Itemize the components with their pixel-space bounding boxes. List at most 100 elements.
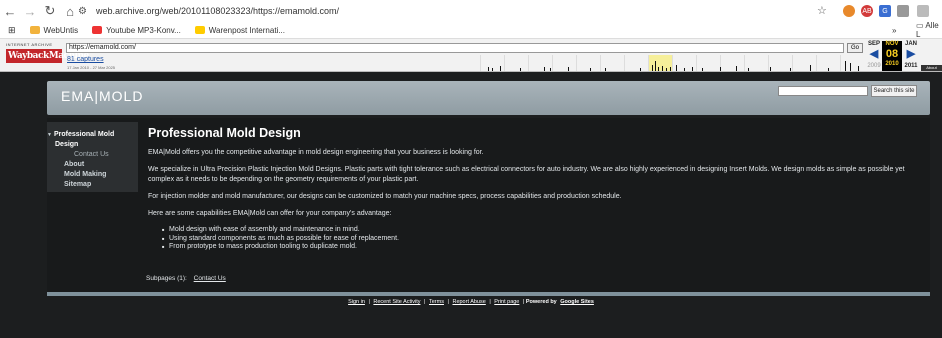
all-bookmarks[interactable]: ▭ Alle L [916, 21, 942, 39]
sparkline-bar [692, 67, 693, 71]
reload-icon[interactable]: ↻ [40, 1, 60, 21]
footer-separator: | [368, 299, 370, 305]
subpages-label: Subpages (1): [146, 275, 187, 282]
address-url[interactable]: web.archive.org/web/20101108023323/https… [96, 6, 339, 16]
site-title[interactable]: EMA|MOLD [61, 88, 143, 104]
sidebar-item-label: Professional Mold Design [53, 131, 115, 148]
footer-separator: | [424, 299, 426, 305]
home-icon[interactable]: ⌂ [60, 1, 80, 21]
wayback-about-button[interactable]: About [921, 65, 942, 71]
webuntis-icon [29, 26, 40, 34]
footer-sign-in-link[interactable]: Sign in [348, 299, 365, 305]
site-info-icon[interactable]: ⚙ [78, 6, 92, 17]
extension-icon-blue[interactable]: G [879, 5, 891, 17]
list-item: Mold design with ease of assembly and ma… [162, 226, 928, 235]
sparkline-bar [790, 68, 791, 71]
capabilities-paragraph: Here are some capabilities EMA|Mold can … [148, 210, 392, 217]
youtube-icon [92, 26, 103, 34]
sparkline-bar [676, 65, 677, 71]
browser-toolbar: ← → ↻ ⌂ ⚙ web.archive.org/web/2010110802… [0, 0, 942, 22]
footer-terms-link[interactable]: Terms [429, 299, 444, 305]
captures-link[interactable]: 81 captures [67, 56, 104, 63]
bookmarks-bar: ⊞ WebUntis Youtube MP3-Konv... Warenpost… [0, 21, 942, 39]
site-search-button[interactable]: Search this site [871, 85, 917, 97]
sidebar-item-sitemap[interactable]: Sitemap [47, 180, 138, 190]
sparkline-bar [684, 68, 685, 71]
back-icon[interactable]: ← [0, 1, 20, 21]
active-day-label: 08 [885, 48, 899, 60]
site-footer: Sign in | Recent Site Activity | Terms |… [0, 299, 942, 305]
sidebar-item-about[interactable]: About [47, 160, 138, 170]
bookmark-youtube-mp3[interactable]: Youtube MP3-Konv... [92, 26, 181, 35]
capture-sparkline[interactable] [480, 55, 865, 71]
sparkline-year-cell [792, 55, 816, 71]
sparkline-bar [810, 65, 811, 71]
sparkline-bar [770, 67, 771, 71]
wayback-toolbar: INTERNET ARCHIVE WaybackMachine https://… [0, 39, 942, 72]
sparkline-year-cell [720, 55, 744, 71]
bookmark-webuntis[interactable]: WebUntis [29, 26, 78, 35]
sparkline-bar [544, 67, 545, 71]
sparkline-bar [850, 63, 851, 71]
sparkline-year-cell [696, 55, 720, 71]
bookmark-label: Youtube MP3-Konv... [106, 25, 181, 35]
sparkline-bar [492, 68, 493, 71]
active-year-label: 2010 [885, 61, 899, 67]
subpage-link-contact-us[interactable]: Contact Us [194, 275, 226, 282]
site-search-input[interactable] [778, 86, 868, 96]
prev-year-label: 2009 [867, 63, 881, 69]
warenpost-icon [194, 26, 205, 34]
footer-separator: | [522, 299, 525, 305]
next-arrow[interactable]: ▶ [901, 47, 921, 62]
extension-icon-orange[interactable] [843, 5, 855, 17]
footer-divider [47, 292, 930, 296]
footer-google-sites-link[interactable]: Google Sites [560, 299, 594, 305]
sidebar-item-contact-us[interactable]: Contact Us [47, 150, 138, 160]
wayback-logo[interactable]: INTERNET ARCHIVE WaybackMachine [6, 42, 89, 68]
sidebar-item-mold-making[interactable]: Mold Making [47, 170, 138, 180]
bookmark-warenpost[interactable]: Warenpost Internati... [194, 26, 285, 35]
sparkline-year-cell [624, 55, 648, 71]
next-year-label: 2011 [904, 63, 918, 69]
footer-print-page-link[interactable]: Print page [494, 299, 519, 305]
sparkline-year-cell [768, 55, 792, 71]
calendar-active-month: NOV 08 2010 [882, 41, 902, 71]
sparkline-bar [666, 68, 667, 71]
footer-separator: | [447, 299, 449, 305]
folder-icon: ▭ [916, 21, 924, 30]
bookmark-star-icon[interactable]: ☆ [817, 4, 827, 17]
sparkline-bar [845, 61, 846, 71]
extension-icon-gray[interactable] [897, 5, 909, 17]
capabilities-list: Mold design with ease of assembly and ma… [162, 226, 928, 252]
sparkline-bar [590, 68, 591, 71]
sparkline-bar [702, 68, 703, 71]
wayback-go-button[interactable]: Go [847, 43, 863, 53]
calendar-prev-month[interactable]: SEP ◀ 2009 [864, 41, 884, 71]
collapse-triangle-icon[interactable]: ▼ [47, 132, 52, 138]
wayback-url-input[interactable]: https://emamold.com/ [66, 43, 844, 53]
calendar-next-month[interactable]: JAN ▶ 2011 [901, 41, 921, 71]
sparkline-year-cell [528, 55, 552, 71]
sparkline-year-cell [576, 55, 600, 71]
bookmarks-overflow-icon[interactable]: » [892, 26, 896, 35]
extensions-puzzle-icon[interactable] [917, 5, 929, 17]
prev-arrow[interactable]: ◀ [864, 47, 884, 62]
address-bar[interactable]: ⚙ web.archive.org/web/20101108023323/htt… [78, 2, 828, 20]
forward-icon[interactable]: → [20, 1, 40, 21]
page-title: Professional Mold Design [148, 126, 301, 140]
site-header: EMA|MOLD Search this site [47, 81, 930, 115]
subpages: Subpages (1): Contact Us [146, 275, 226, 282]
sparkline-year-cell [504, 55, 528, 71]
sparkline-bar [652, 65, 653, 71]
sidebar-item-professional-mold-design[interactable]: ▼ Professional Mold Design [47, 130, 138, 150]
footer-recent-activity-link[interactable]: Recent Site Activity [373, 299, 420, 305]
apps-grid-icon[interactable]: ⊞ [8, 25, 16, 36]
sparkline-bar [655, 61, 656, 71]
sparkline-bar [640, 68, 641, 71]
sparkline-bar [605, 68, 606, 71]
active-month-label: NOV [885, 41, 899, 47]
footer-report-abuse-link[interactable]: Report Abuse [452, 299, 485, 305]
extension-icon-red[interactable]: AB [861, 5, 873, 17]
sparkline-year-cell [840, 55, 864, 71]
list-item: From prototype to mass production toolin… [162, 243, 928, 252]
